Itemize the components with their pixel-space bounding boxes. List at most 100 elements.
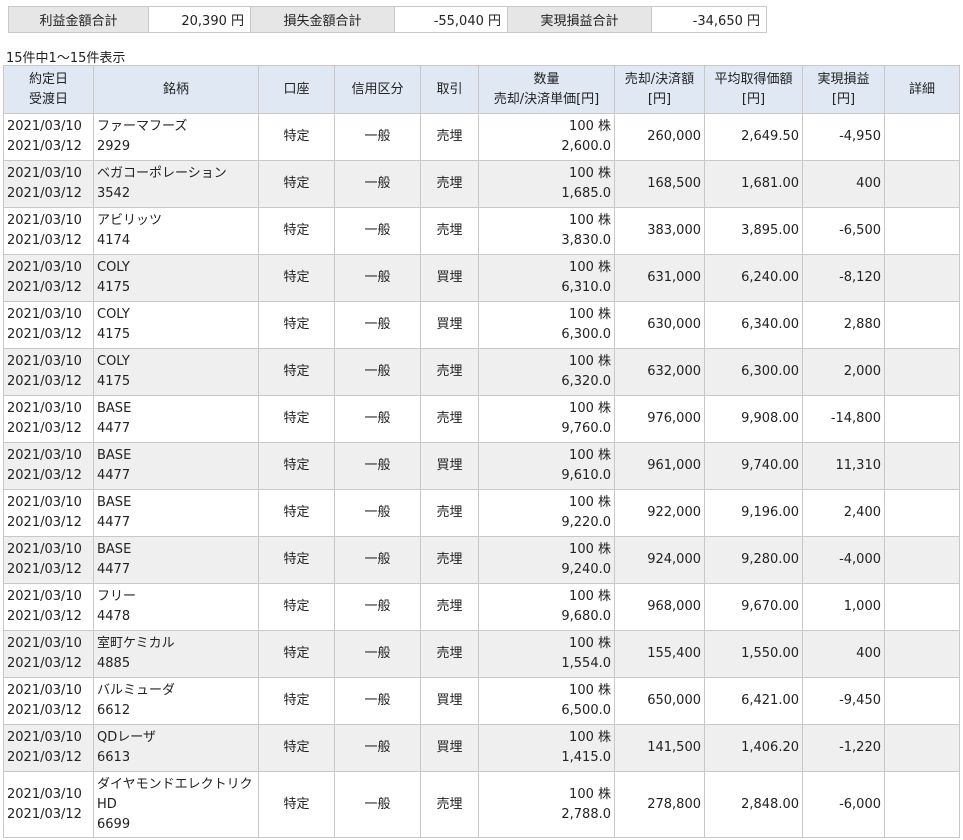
stock-name: 室町ケミカル (97, 636, 175, 651)
unit-price: 9,760.0 (561, 421, 611, 436)
account-cell: 特定 (258, 677, 335, 725)
credit-cell: 一般 (334, 113, 421, 161)
header-detail: 詳細 (884, 65, 960, 114)
stock-name: BASE (97, 448, 132, 463)
header-amount-label: 売却/決済額 (624, 71, 695, 87)
quantity-cell: 100 株 9,680.0 (478, 583, 615, 631)
credit-cell: 一般 (334, 301, 421, 349)
amount-cell: 650,000 (614, 677, 705, 725)
quantity: 100 株 (569, 166, 611, 181)
amount-cell: 260,000 (614, 113, 705, 161)
table-row: 2021/03/10 2021/03/12 BASE 4477 特定 一般 売埋 100 株9… (3, 536, 960, 584)
stock-code: 6699 (97, 816, 131, 832)
table-row: 2021/03/10 2021/03/12 ダイヤモンドエレクトリクHD 6699 特定… (3, 771, 960, 838)
detail-cell (884, 207, 960, 255)
delivery-date: 2021/03/12 (7, 562, 82, 577)
realized-pl-cell: 2,000 (802, 348, 885, 396)
stock-name: フリー (97, 589, 137, 604)
average-cost-cell: 1,681.00 (704, 160, 803, 208)
contract-date: 2021/03/10 (7, 119, 82, 134)
detail-cell (884, 442, 960, 490)
profit-total-label: 利益金額合計 (8, 6, 149, 33)
realized-pl-cell: -6,000 (802, 771, 885, 838)
trade-cell: 売埋 (420, 160, 479, 208)
header-realized-pl: 実現損益 [円] (802, 65, 885, 114)
average-cost-cell: 3,895.00 (704, 207, 803, 255)
table-row: 2021/03/10 2021/03/12 バルミューダ 6612 特定 一般 買埋 100 … (3, 677, 960, 725)
table-row: 2021/03/10 2021/03/12 BASE 4477 特定 一般 売埋 100 株9… (3, 489, 960, 537)
quantity-cell: 100 株 9,760.0 (478, 395, 615, 443)
contract-date: 2021/03/10 (7, 401, 82, 416)
table-row: 2021/03/10 2021/03/12 BASE 4477 特定 一般 買埋 100 株9… (3, 442, 960, 490)
quantity: 100 株 (569, 260, 611, 275)
header-date: 約定日 受渡日 (3, 65, 94, 114)
contract-date: 2021/03/10 (7, 589, 82, 604)
quantity-cell: 100 株 2,600.0 (478, 113, 615, 161)
average-cost-cell: 2,848.00 (704, 771, 803, 838)
detail-cell (884, 160, 960, 208)
stock-name: BASE (97, 495, 132, 510)
trade-cell: 売埋 (420, 630, 479, 678)
delivery-date: 2021/03/12 (7, 750, 82, 765)
detail-cell (884, 348, 960, 396)
quantity-cell: 100 株 9,610.0 (478, 442, 615, 490)
header-credit: 信用区分 (334, 65, 421, 114)
amount-cell: 383,000 (614, 207, 705, 255)
unit-price: 6,320.0 (561, 374, 611, 389)
realized-pl-cell: 2,400 (802, 489, 885, 537)
quantity-cell: 100 株 1,554.0 (478, 630, 615, 678)
amount-cell: 630,000 (614, 301, 705, 349)
stock-name: アビリッツ (97, 213, 163, 228)
detail-cell (884, 395, 960, 443)
table-row: 2021/03/10 2021/03/12 COLY 4175 特定 一般 買埋 100 株6… (3, 301, 960, 349)
average-cost-cell: 9,740.00 (704, 442, 803, 490)
quantity: 100 株 (569, 354, 611, 369)
quantity: 100 株 (569, 542, 611, 557)
amount-cell: 168,500 (614, 160, 705, 208)
contract-date: 2021/03/10 (7, 354, 82, 369)
table-row: 2021/03/10 2021/03/12 ファーマフーズ 2929 特定 一般 売埋 100… (3, 113, 960, 161)
contract-date: 2021/03/10 (7, 260, 82, 275)
amount-cell: 278,800 (614, 771, 705, 838)
realized-pl-cell: 11,310 (802, 442, 885, 490)
amount-cell: 924,000 (614, 536, 705, 584)
trade-cell: 売埋 (420, 536, 479, 584)
stock-name: ダイヤモンドエレクトリクHD (97, 776, 253, 812)
quantity-cell: 100 株 6,500.0 (478, 677, 615, 725)
account-cell: 特定 (258, 160, 335, 208)
amount-cell: 961,000 (614, 442, 705, 490)
average-cost-cell: 1,550.00 (704, 630, 803, 678)
delivery-date: 2021/03/12 (7, 280, 82, 295)
amount-cell: 976,000 (614, 395, 705, 443)
detail-cell (884, 489, 960, 537)
credit-cell: 一般 (334, 630, 421, 678)
delivery-date: 2021/03/12 (7, 374, 82, 389)
delivery-date: 2021/03/12 (7, 421, 82, 436)
delivery-date: 2021/03/12 (7, 515, 82, 530)
trade-cell: 売埋 (420, 113, 479, 161)
credit-cell: 一般 (334, 771, 421, 838)
account-cell: 特定 (258, 724, 335, 772)
delivery-date: 2021/03/12 (7, 233, 82, 248)
detail-cell (884, 724, 960, 772)
contract-date: 2021/03/10 (7, 683, 82, 698)
stock-code: 6612 (97, 703, 131, 718)
average-cost-cell: 9,670.00 (704, 583, 803, 631)
realized-pl-cell: 1,000 (802, 583, 885, 631)
stock-cell: BASE 4477 (93, 489, 259, 537)
loss-total-label: 損失金額合計 (250, 6, 395, 33)
average-cost-cell: 9,196.00 (704, 489, 803, 537)
realized-pl-cell: 400 (802, 160, 885, 208)
credit-cell: 一般 (334, 724, 421, 772)
average-cost-cell: 1,406.20 (704, 724, 803, 772)
header-pl-unit: [円] (831, 91, 856, 107)
header-contract-date: 約定日 (28, 71, 68, 87)
date-cell: 2021/03/10 2021/03/12 (3, 160, 94, 208)
unit-price: 1,685.0 (561, 186, 611, 201)
table-row: 2021/03/10 2021/03/12 BASE 4477 特定 一般 売埋 100 株9… (3, 395, 960, 443)
unit-price: 6,300.0 (561, 327, 611, 342)
unit-price: 9,610.0 (561, 468, 611, 483)
table-row: 2021/03/10 2021/03/12 室町ケミカル 4885 特定 一般 売埋 100 … (3, 630, 960, 678)
stock-name: COLY (97, 260, 130, 275)
average-cost-cell: 6,300.00 (704, 348, 803, 396)
